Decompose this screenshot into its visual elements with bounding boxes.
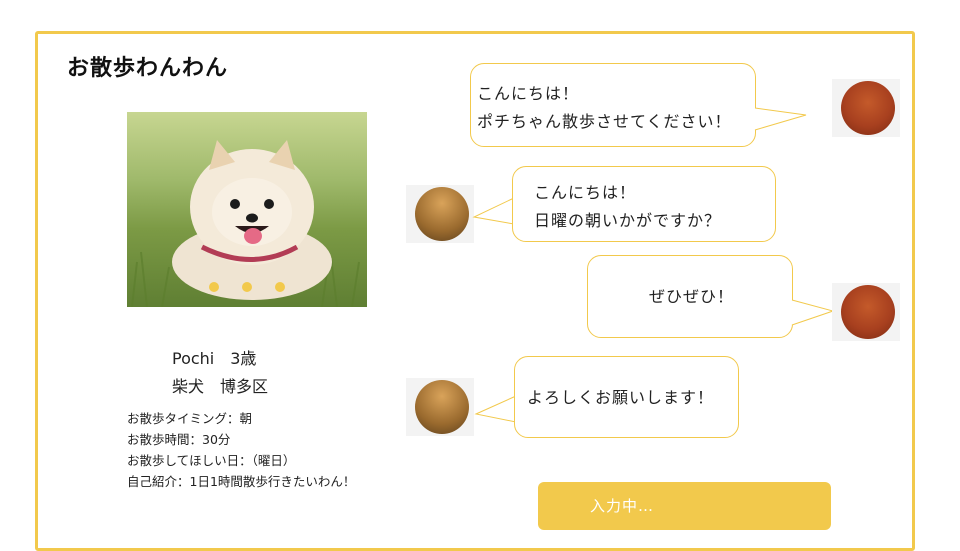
chat-bubble-owner: ぜひぜひ！ [587,255,793,338]
bubble-tail [474,395,517,423]
walker-photo [415,380,469,434]
message-line: こんにちは！ [534,183,637,202]
message-line: ポチちゃん散歩させてください！ [477,112,732,131]
carousel-dot[interactable] [242,282,252,292]
dog-name-age: Pochi 3歳 [172,349,257,368]
carousel-dot[interactable] [275,282,286,292]
message-line: こんにちは！ [477,84,580,103]
message-line: ぜひぜひ！ [649,287,735,306]
chat-bubble-walker: こんにちは！ 日曜の朝いかがですか？ [512,166,776,242]
dog-details: お散歩タイミング：朝 お散歩時間：30分お散歩してほしい日：（曜日） 自己紹介：1日… [127,408,355,492]
walk-days: お散歩してほしい日：（曜日） [127,453,296,468]
carousel-dot[interactable] [208,282,219,292]
dog-breed-area: 柴犬 博多区 [172,377,269,396]
message-line: よろしくお願いします！ [527,388,715,407]
chat-bubble-owner: こんにちは！ ポチちゃん散歩させてください！ [470,63,756,147]
message-line: 日曜の朝いかがですか？ [534,211,722,230]
walker-photo [415,187,469,241]
page-title: お散歩わんわん [67,56,229,81]
dog-profile-summary: Pochi 3歳 柴犬 博多区 [172,345,268,401]
owner-avatar[interactable] [832,79,900,137]
owner-avatar[interactable] [832,283,900,341]
chat-bubble-walker: よろしくお願いします！ [514,356,739,438]
bubble-tail [754,107,807,131]
owner-photo [841,285,895,339]
bubble-tail [791,299,835,326]
typing-input-bar[interactable]: 入力中… [538,482,831,530]
bubble-tail [472,197,515,225]
carousel-indicator [127,277,367,296]
walker-avatar[interactable] [406,185,474,243]
self-introduction: 自己紹介：1日1時間散歩行きたいわん！ [127,474,356,489]
walker-avatar[interactable] [406,378,474,436]
walk-duration: お散歩時間：30分 [127,432,231,447]
walk-timing: お散歩タイミング：朝 [127,411,253,426]
dog-photo-carousel[interactable] [127,112,367,307]
owner-photo [841,81,895,135]
